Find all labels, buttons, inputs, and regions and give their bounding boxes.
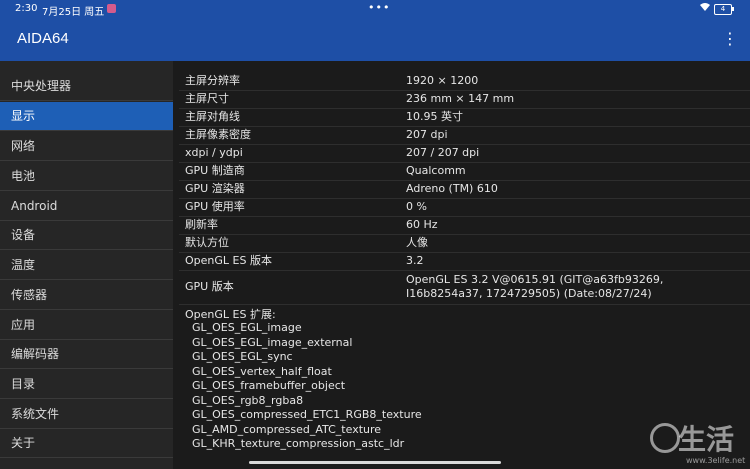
extension-item: GL_AMD_compressed_ATC_texture — [192, 422, 382, 436]
sidebar-item-system-files[interactable]: 系统文件 — [0, 400, 173, 429]
info-key: GPU 使用率 — [185, 200, 245, 213]
sidebar-item-devices[interactable]: 设备 — [0, 221, 173, 250]
info-value: 3.2 — [406, 254, 424, 267]
sidebar-item-apps[interactable]: 应用 — [0, 311, 173, 340]
info-row: GPU 版本 OpenGL ES 3.2 V@0615.91 (GIT@a63f… — [179, 270, 750, 305]
extension-item: GL_OES_EGL_image — [192, 321, 302, 334]
extension-item: GL_OES_EGL_sync — [192, 350, 293, 363]
watermark-url: www.3elife.net — [686, 456, 746, 465]
display-info-panel[interactable]: 主屏分辨率 1920 × 1200 主屏尺寸 236 mm × 147 mm 主… — [179, 61, 750, 469]
overflow-menu-icon[interactable]: ⋮ — [722, 28, 738, 50]
info-key: OpenGL ES 版本 — [185, 254, 272, 267]
sidebar-item-directories[interactable]: 目录 — [0, 370, 173, 399]
sidebar-item-about[interactable]: 关于 — [0, 429, 173, 458]
sidebar-item-display[interactable]: 显示 — [0, 102, 173, 131]
info-key: xdpi / ydpi — [185, 146, 243, 159]
sidebar-item-cpu[interactable]: 中央处理器 — [0, 72, 173, 101]
sidebar-item-codecs[interactable]: 编解码器 — [0, 340, 173, 369]
watermark-logo-icon — [650, 423, 680, 453]
info-row: 刷新率 60 Hz — [179, 216, 750, 235]
extension-item: GL_OES_compressed_ETC1_RGB8_texture — [192, 408, 422, 421]
info-value: Qualcomm — [406, 164, 466, 177]
info-row: OpenGL ES 版本 3.2 — [179, 252, 750, 271]
info-row: GPU 渲染器 Adreno (TM) 610 — [179, 180, 750, 199]
sidebar: 中央处理器 显示 网络 电池 Android 设备 温度 传感器 应用 编解码器… — [0, 61, 173, 469]
info-value: 10.95 英寸 — [406, 110, 463, 123]
info-value: 60 Hz — [406, 218, 438, 231]
extension-item: GL_KHR_texture_compression_astc_ldr — [192, 437, 405, 450]
info-row: GPU 使用率 0 % — [179, 198, 750, 217]
sidebar-item-network[interactable]: 网络 — [0, 132, 173, 161]
info-value: OpenGL ES 3.2 V@0615.91 (GIT@a63fb93269,… — [406, 273, 664, 300]
extensions-list: GL_OES_EGL_image GL_OES_EGL_image_extern… — [192, 321, 422, 452]
info-row: xdpi / ydpi 207 / 207 dpi — [179, 144, 750, 163]
status-time: 2:30 — [15, 3, 38, 14]
info-key: 主屏分辨率 — [185, 74, 240, 87]
info-row: 主屏尺寸 236 mm × 147 mm — [179, 90, 750, 109]
info-key: GPU 版本 — [185, 280, 234, 293]
extension-item: GL_OES_EGL_image_external — [192, 335, 353, 349]
extension-item: GL_OES_vertex_half_float — [192, 364, 332, 378]
info-row: 默认方位 人像 — [179, 234, 750, 253]
info-value: 0 % — [406, 200, 427, 213]
info-value: 207 / 207 dpi — [406, 146, 480, 159]
extension-item: GL_OES_framebuffer_object — [192, 379, 346, 392]
info-value: 人像 — [406, 236, 428, 249]
info-row: 主屏分辨率 1920 × 1200 — [179, 72, 750, 91]
status-bar: 2:30 7月25日 周五 ••• 4 — [0, 0, 750, 18]
info-value: 207 dpi — [406, 128, 448, 141]
battery-icon: 4 — [714, 4, 732, 15]
sidebar-item-sensors[interactable]: 传感器 — [0, 281, 173, 310]
info-key: 默认方位 — [185, 236, 229, 249]
info-key: 主屏对角线 — [185, 110, 240, 123]
info-value: 1920 × 1200 — [406, 74, 479, 87]
app-bar: AIDA64 ⋮ — [0, 18, 750, 61]
battery-tip — [732, 7, 734, 11]
multitask-dots-icon[interactable]: ••• — [368, 1, 390, 14]
sidebar-item-android[interactable]: Android — [0, 192, 173, 221]
notification-app-icon — [107, 4, 116, 13]
extensions-title: OpenGL ES 扩展: — [185, 308, 276, 321]
sidebar-item-battery[interactable]: 电池 — [0, 162, 173, 191]
home-indicator[interactable] — [249, 461, 501, 464]
info-key: 刷新率 — [185, 218, 218, 231]
status-date: 7月25日 周五 — [42, 7, 105, 18]
info-key: GPU 制造商 — [185, 164, 245, 177]
info-value: Adreno (TM) 610 — [406, 182, 498, 195]
app-title: AIDA64 — [17, 30, 69, 47]
info-row: 主屏对角线 10.95 英寸 — [179, 108, 750, 127]
info-key: GPU 渲染器 — [185, 182, 245, 195]
info-value: 236 mm × 147 mm — [406, 92, 515, 105]
watermark-text: 生活 — [678, 423, 735, 456]
info-row: 主屏像素密度 207 dpi — [179, 126, 750, 145]
info-row: GPU 制造商 Qualcomm — [179, 162, 750, 181]
sidebar-item-thermal[interactable]: 温度 — [0, 251, 173, 280]
info-key: 主屏尺寸 — [185, 92, 229, 105]
extension-item: GL_OES_rgb8_rgba8 — [192, 393, 304, 407]
wifi-icon — [699, 2, 711, 15]
info-key: 主屏像素密度 — [185, 128, 251, 141]
